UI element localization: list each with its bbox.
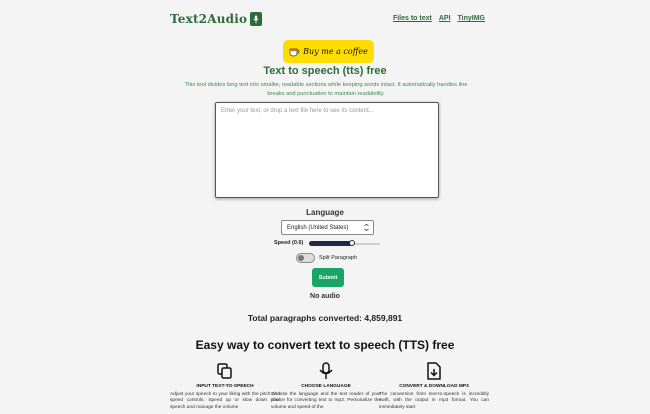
logo[interactable]: Text2Audio [170,12,263,26]
slider-fill [309,241,352,246]
logo-text: Text2Audio [170,12,248,26]
feature-choose-language: CHOOSE LANGUAGE Choose the language and … [271,362,381,411]
speed-label: Speed (0.6) [274,240,304,246]
split-paragraph-toggle[interactable] [296,253,315,263]
file-download-icon [379,362,489,380]
microphone-icon [271,362,381,380]
nav-link-api[interactable]: API [439,15,451,22]
audio-status: No audio [310,293,340,300]
features-heading: Easy way to convert text to speech (TTS)… [195,338,455,352]
language-select[interactable]: English (United States) [281,220,374,235]
feature-title: CHOOSE LANGUAGE [301,384,351,389]
microphone-icon [250,12,263,26]
feature-description: Adjust your speech to your liking with t… [170,392,280,410]
coffee-button-label: Buy me a coffee [303,47,368,56]
split-paragraph-label: Split Paragraph [319,255,357,261]
feature-title: INPUT TEXT-TO-SPEECH [196,384,254,389]
feature-title: CONVERT & DOWNLOAD MP3 [399,384,469,389]
speed-slider[interactable] [309,240,380,246]
feature-input-text: INPUT TEXT-TO-SPEECH Adjust your speech … [170,362,280,411]
chevron-down-icon [363,224,370,234]
toggle-knob [298,255,304,261]
total-converted: Total paragraphs converted: 4,859,891 [247,313,403,323]
top-nav: Files to text API TinyIMG [393,15,485,22]
text-input-area[interactable]: Enter your text, or drop a text file her… [215,102,439,198]
language-select-value: English (United States) [287,224,349,231]
page-description: This tool divides long text into smaller… [184,82,468,97]
page-title: Text to speech (tts) free [263,65,387,77]
language-label: Language [306,208,344,217]
nav-link-files-to-text[interactable]: Files to text [393,15,432,22]
submit-button[interactable]: Submit [312,268,344,287]
buy-me-a-coffee-button[interactable]: Buy me a coffee [283,40,374,63]
copy-icon [170,362,280,380]
feature-description: The conversion from text-to-speech is in… [379,392,489,410]
slider-thumb[interactable] [348,240,355,246]
nav-link-tinyimg[interactable]: TinyIMG [458,15,485,22]
feature-convert-download: CONVERT & DOWNLOAD MP3 The conversion fr… [379,362,489,411]
coffee-cup-icon [289,42,300,61]
feature-description: Choose the language and the text reader … [271,392,381,410]
